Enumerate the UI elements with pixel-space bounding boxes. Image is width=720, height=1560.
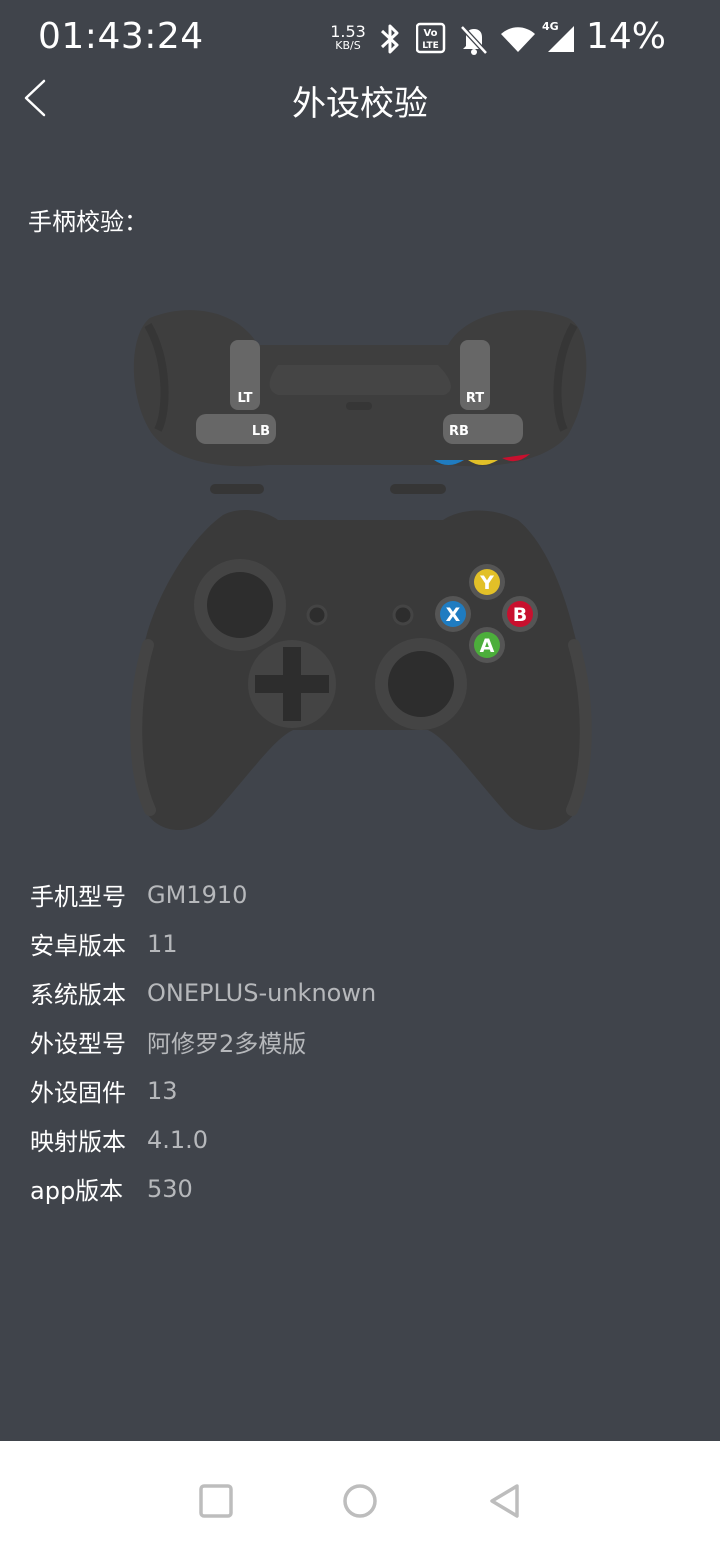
network-speed: 1.53 KB/S (328, 22, 368, 52)
volte-icon: Vo LTE (416, 22, 446, 54)
gamepad-top-view: LT RT LB RB (133, 310, 587, 494)
rt-label: RT (466, 391, 484, 406)
home-button[interactable] (338, 1481, 382, 1525)
home-circle-icon (343, 1484, 377, 1518)
info-key: 映射版本 (30, 1128, 126, 1156)
info-value: 13 (147, 1076, 178, 1105)
recents-button[interactable] (194, 1481, 238, 1525)
left-stick (207, 572, 273, 638)
info-value: 11 (147, 929, 178, 958)
info-value: 4.1.0 (147, 1125, 209, 1154)
mute-icon (460, 25, 488, 55)
info-row-peripheral-model: 外设型号 阿修罗2多模版 (30, 1017, 376, 1066)
x-label: X (446, 604, 461, 626)
gamepad-illustration: LT RT LB RB Y X B A (130, 310, 592, 830)
a-label: A (480, 635, 495, 657)
info-row-phone-model: 手机型号 GM1910 (30, 870, 376, 919)
info-row-android-version: 安卓版本 11 (30, 919, 376, 968)
info-row-mapping-version: 映射版本 4.1.0 (30, 1115, 376, 1164)
info-key: 安卓版本 (30, 932, 126, 960)
bluetooth-icon (380, 24, 399, 54)
rb-label: RB (449, 424, 469, 439)
recents-square-icon (199, 1484, 233, 1518)
info-row-system-version: 系统版本 ONEPLUS-unknown (30, 968, 376, 1017)
y-label: Y (479, 572, 494, 594)
b-label: B (513, 604, 527, 626)
right-stick (388, 651, 454, 717)
lt-label: LT (238, 391, 253, 406)
page-title: 外设校验 (292, 84, 428, 124)
info-key: 外设型号 (30, 1030, 126, 1058)
info-row-app-version: app版本 530 (30, 1164, 376, 1213)
system-nav-bar (0, 1441, 720, 1560)
app-header: 外设校验 (0, 60, 720, 140)
info-value: ONEPLUS-unknown (147, 978, 377, 1007)
section-label: 手柄校验： (28, 208, 148, 236)
network-speed-unit: KB/S (335, 39, 361, 52)
info-key: 系统版本 (30, 981, 126, 1009)
system-back-button[interactable] (484, 1481, 528, 1525)
battery-level: 14% (585, 16, 666, 57)
lb-label: LB (252, 424, 270, 439)
info-row-peripheral-firmware: 外设固件 13 (30, 1066, 376, 1115)
info-key: app版本 (30, 1177, 124, 1205)
back-triangle-icon (490, 1484, 519, 1518)
gamepad-front-view: Y X B A (130, 510, 592, 830)
cellular-signal-icon (548, 26, 574, 52)
info-key: 外设固件 (30, 1079, 126, 1107)
wifi-icon (501, 27, 535, 52)
info-key: 手机型号 (30, 883, 126, 911)
status-time: 01:43:24 (38, 16, 204, 57)
info-value: GM1910 (147, 880, 248, 909)
info-value: 530 (147, 1174, 193, 1203)
device-info-list: 手机型号 GM1910 安卓版本 11 系统版本 ONEPLUS-unknown… (30, 870, 376, 1213)
svg-text:Vo: Vo (423, 28, 437, 39)
network-speed-value: 1.53 (330, 22, 366, 41)
svg-text:LTE: LTE (422, 41, 439, 51)
info-value: 阿修罗2多模版 (147, 1030, 307, 1058)
